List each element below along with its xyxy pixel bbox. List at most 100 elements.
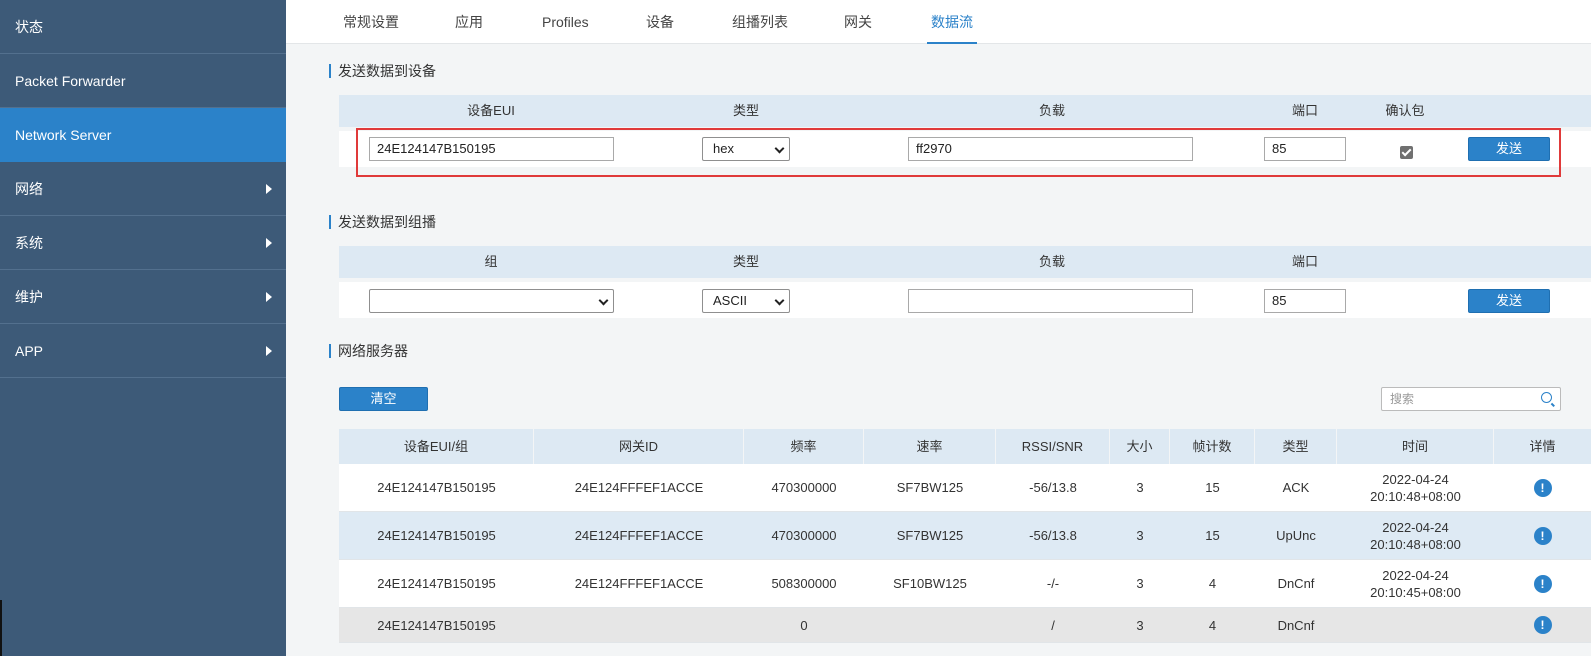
cell-time-text: 20:10:45+08:00 bbox=[1370, 584, 1461, 600]
cell-type: ACK bbox=[1282, 480, 1310, 495]
sidebar-item-label: APP bbox=[15, 342, 44, 359]
tab-packets[interactable]: 数据流 bbox=[927, 0, 977, 44]
multicast-type-value: ASCII bbox=[713, 293, 747, 308]
search-icon[interactable] bbox=[1541, 392, 1552, 403]
cell-time-text: 20:10:48+08:00 bbox=[1370, 488, 1461, 504]
info-icon[interactable]: ! bbox=[1533, 478, 1552, 497]
table-row: 24E124147B150195 24E124FFFEF1ACCE 47030000… bbox=[339, 464, 1591, 512]
sidebar-item-system[interactable]: 系统 bbox=[0, 216, 286, 270]
col-size[interactable]: 大小 bbox=[1110, 429, 1170, 464]
cell-detail: ! bbox=[1494, 512, 1591, 559]
sidebar-item-network[interactable]: 网络 bbox=[0, 162, 286, 216]
cell-frequency: 508300000 bbox=[771, 576, 837, 591]
cell-fcnt: 4 bbox=[1208, 576, 1217, 591]
multicast-payload-field[interactable] bbox=[908, 289, 1193, 313]
tab-bar: 常规设置 应用 Profiles 设备 组播列表 网关 数据流 bbox=[286, 0, 1591, 44]
col-detail: 详情 bbox=[1529, 439, 1556, 454]
col-rssi[interactable]: RSSI/SNR bbox=[996, 429, 1110, 464]
send-device-header: 设备EUI 类型 负载 端口 确认包 bbox=[339, 95, 1591, 127]
cell-date-text: 2022-04-24 bbox=[1382, 519, 1449, 535]
col-rate[interactable]: 速率 bbox=[864, 429, 996, 464]
search-input[interactable]: 搜索 bbox=[1381, 387, 1561, 411]
sidebar-item-packet-forwarder[interactable]: Packet Forwarder bbox=[0, 54, 286, 108]
sidebar-item-label: Packet Forwarder bbox=[15, 72, 126, 89]
highlight-box bbox=[356, 128, 1561, 177]
table-row: 24E124147B150195 0 / 3 4 DnCnf! bbox=[339, 608, 1591, 643]
sidebar-item-label: 状态 bbox=[15, 18, 43, 35]
multicast-port-field[interactable]: 85 bbox=[1264, 289, 1346, 313]
cell-time-text: 20:10:48+08:00 bbox=[1370, 536, 1461, 552]
send-multicast-header: 组 类型 负载 端口 bbox=[339, 246, 1591, 278]
tab-applications[interactable]: 应用 bbox=[455, 0, 483, 44]
cell-eui: 24E124147B150195 bbox=[377, 480, 496, 495]
cell-size: 3 bbox=[1136, 617, 1144, 633]
sidebar-item-network-server[interactable]: Network Server bbox=[0, 108, 286, 162]
tab-gateways[interactable]: 网关 bbox=[844, 0, 872, 44]
main-content: 常规设置 应用 Profiles 设备 组播列表 网关 数据流 发送数据到设备 … bbox=[286, 0, 1591, 656]
col-frequency[interactable]: 频率 bbox=[744, 429, 864, 464]
header-confirm: 确认包 bbox=[1385, 103, 1425, 118]
group-select[interactable] bbox=[369, 289, 614, 313]
cell-gateway: 24E124FFFEF1ACCE bbox=[574, 528, 704, 543]
info-icon[interactable]: ! bbox=[1533, 574, 1552, 593]
cell-fcnt: 15 bbox=[1205, 528, 1220, 543]
cell-detail: ! bbox=[1494, 560, 1591, 607]
caret-right-icon bbox=[266, 291, 272, 302]
cell-fcnt: 15 bbox=[1205, 480, 1220, 495]
search-placeholder: 搜索 bbox=[1390, 392, 1415, 406]
tab-general-settings[interactable]: 常规设置 bbox=[343, 0, 399, 44]
sidebar-item-app[interactable]: APP bbox=[0, 324, 286, 378]
info-icon[interactable]: ! bbox=[1533, 526, 1552, 545]
cell-rate bbox=[864, 608, 996, 642]
chevron-down-icon bbox=[598, 295, 609, 306]
header-type: 类型 bbox=[732, 254, 759, 269]
cell-date-text: 2022-04-24 bbox=[1382, 471, 1449, 487]
cell-rssi: / bbox=[1051, 617, 1055, 633]
header-eui: 设备EUI bbox=[467, 103, 515, 118]
sidebar-item-maintenance[interactable]: 维护 bbox=[0, 270, 286, 324]
col-fcnt[interactable]: 帧计数 bbox=[1170, 429, 1255, 464]
cell-time: 2022-04-24 20:10:48+08:00 bbox=[1337, 464, 1494, 511]
send-device-title: 发送数据到设备 bbox=[329, 64, 436, 78]
cell-eui: 24E124147B150195 bbox=[377, 576, 496, 591]
info-icon[interactable]: ! bbox=[1533, 616, 1552, 634]
clear-button[interactable]: 清空 bbox=[339, 387, 428, 411]
col-time[interactable]: 时间 bbox=[1337, 429, 1494, 464]
cell-time: 2022-04-24 20:10:45+08:00 bbox=[1337, 560, 1494, 607]
cell-rate: SF10BW125 bbox=[893, 576, 967, 591]
chevron-down-icon bbox=[774, 295, 785, 306]
cell-date-text: 2022-04-24 bbox=[1382, 567, 1449, 583]
caret-right-icon bbox=[266, 237, 272, 248]
sidebar-item-label: 网络 bbox=[15, 180, 43, 197]
cell-time bbox=[1337, 608, 1494, 642]
sidebar: 状态 Packet Forwarder Network Server 网络 系统… bbox=[0, 0, 286, 656]
cell-rssi: -/- bbox=[1046, 576, 1060, 591]
col-type[interactable]: 类型 bbox=[1255, 429, 1337, 464]
send-multicast-button[interactable]: 发送 bbox=[1468, 289, 1550, 313]
cell-detail: ! bbox=[1494, 464, 1591, 511]
multicast-type-select[interactable]: ASCII bbox=[702, 289, 790, 313]
window-edge bbox=[0, 600, 2, 656]
header-type: 类型 bbox=[732, 103, 759, 118]
col-eui[interactable]: 设备EUI/组 bbox=[339, 429, 534, 464]
header-port: 端口 bbox=[1291, 103, 1318, 118]
sidebar-item-status[interactable]: 状态 bbox=[0, 0, 286, 54]
table-row: 24E124147B150195 24E124FFFEF1ACCE 47030000… bbox=[339, 512, 1591, 560]
col-gateway[interactable]: 网关ID bbox=[534, 429, 744, 464]
cell-rssi: -56/13.8 bbox=[1029, 528, 1077, 543]
cell-frequency: 470300000 bbox=[771, 528, 837, 543]
tab-profiles[interactable]: Profiles bbox=[542, 0, 589, 44]
table-body: 24E124147B150195 24E124FFFEF1ACCE 47030000… bbox=[339, 464, 1591, 643]
tab-multicast-list[interactable]: 组播列表 bbox=[732, 0, 788, 44]
cell-frequency: 470300000 bbox=[771, 480, 837, 495]
header-group: 组 bbox=[484, 254, 498, 269]
caret-right-icon bbox=[266, 183, 272, 194]
tab-devices[interactable]: 设备 bbox=[646, 0, 674, 44]
cell-rate: SF7BW125 bbox=[896, 528, 964, 543]
cell-frequency: 0 bbox=[800, 617, 808, 633]
cell-size: 3 bbox=[1136, 528, 1144, 543]
sidebar-item-label: Network Server bbox=[15, 126, 112, 143]
packets-table: 设备EUI/组 网关ID 频率 速率 RSSI/SNR 大小 帧计数 类型 时间… bbox=[339, 429, 1591, 643]
cell-size: 3 bbox=[1136, 480, 1144, 495]
cell-size: 3 bbox=[1136, 576, 1144, 591]
